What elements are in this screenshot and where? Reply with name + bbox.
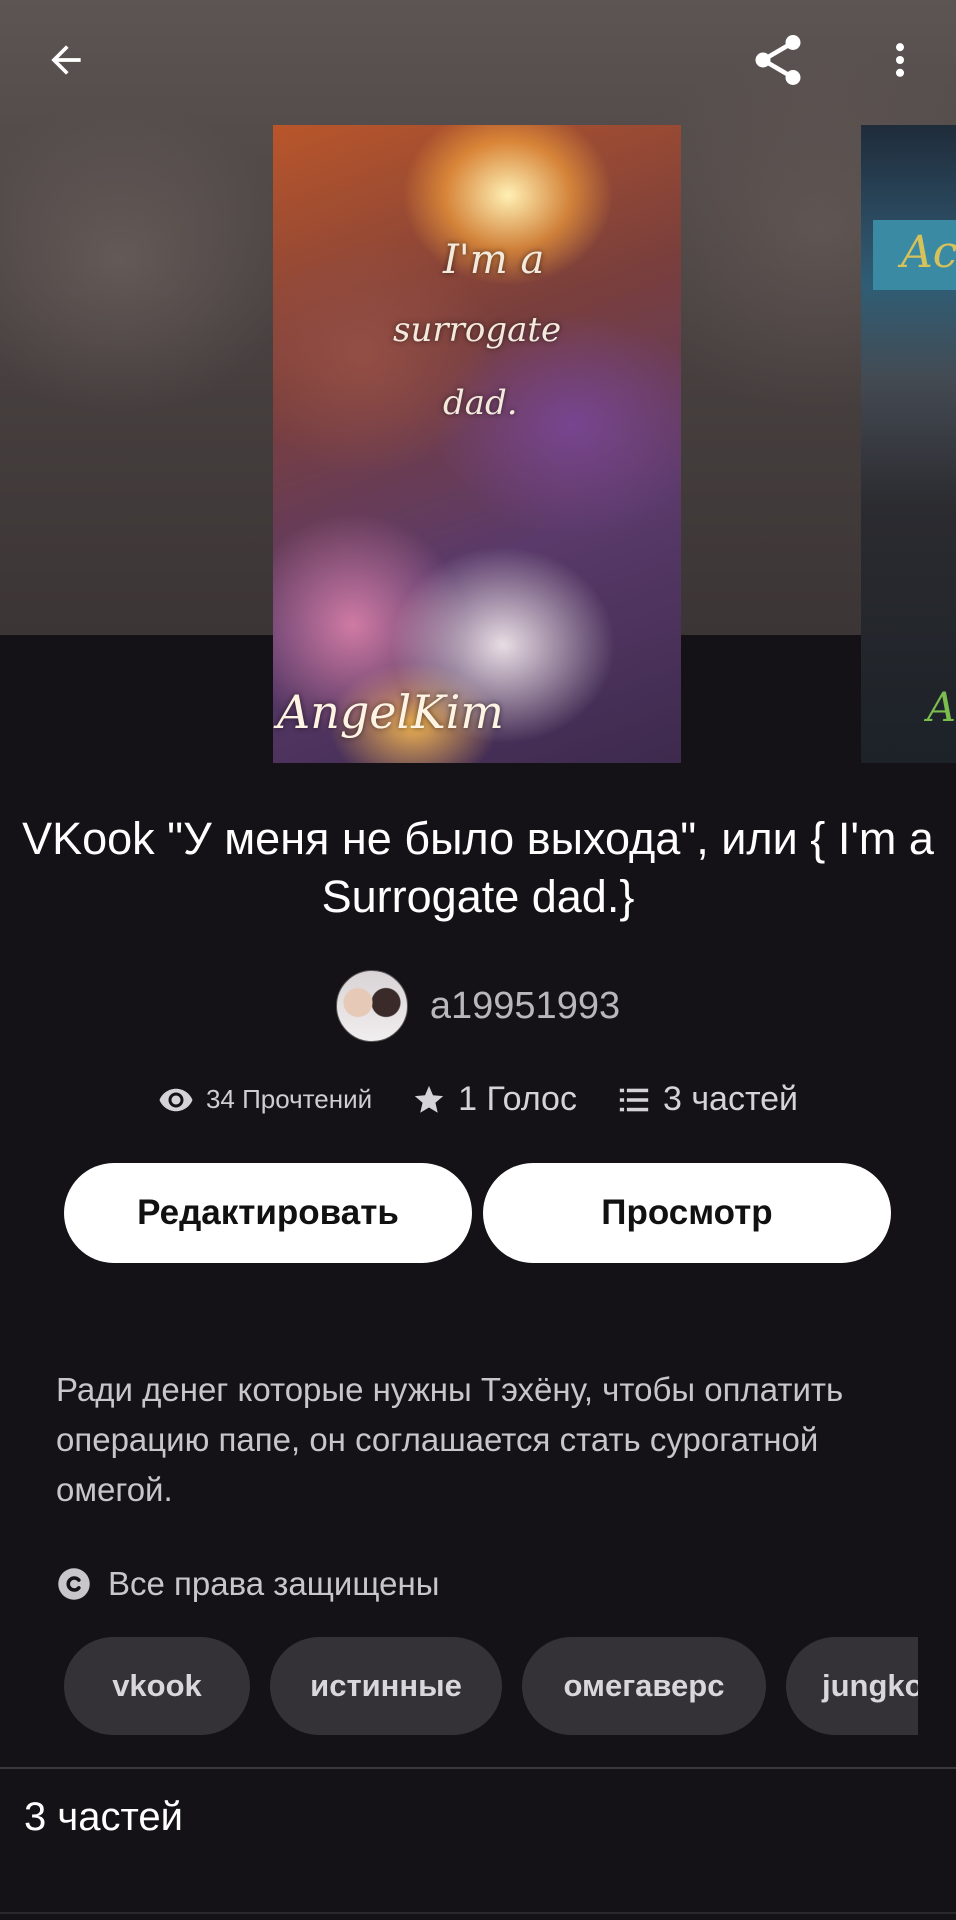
more-vertical-icon [895, 43, 905, 77]
cover-signature: AngelKim [277, 685, 504, 739]
reads-count: 34 Прочтений [205, 1084, 373, 1114]
cover-text-line: Ac [901, 227, 956, 278]
preview-button[interactable]: Просмотр [483, 1163, 891, 1263]
copyright-icon [58, 1568, 90, 1600]
arrow-left-icon [51, 45, 81, 75]
back-button[interactable] [26, 20, 106, 100]
votes-count: 1 Голос [458, 1080, 577, 1118]
divider [0, 1767, 956, 1769]
cover-text-line: An [927, 685, 956, 731]
tag-chip[interactable]: омегаверс [522, 1637, 766, 1735]
tag-chip[interactable]: истинные [270, 1637, 502, 1735]
parts-section-heading[interactable]: 3 частей [24, 1795, 183, 1840]
reads-stat: 34 Прочтений [158, 1082, 372, 1118]
eye-icon [159, 1088, 193, 1111]
parts-stat: 3 частей [617, 1080, 798, 1119]
cover-text-line: I'm a [443, 237, 545, 283]
list-icon [619, 1088, 649, 1111]
tag-chip[interactable]: jungko [786, 1637, 918, 1735]
story-stats: 34 Прочтений 1 Голос 3 частей [0, 1080, 956, 1119]
cover-text-line: surrogate [393, 310, 562, 350]
story-title: VKook "У меня не было выхода", или { I'm… [22, 813, 934, 922]
avatar[interactable] [335, 970, 408, 1042]
star-icon [415, 1085, 444, 1113]
story-details-screen: I'm a surrogate dad. AngelKim Ac An VKoo… [0, 0, 956, 1920]
story-description: Ради денег которые нужны Тэхёну, чтобы о… [56, 1371, 844, 1508]
divider [0, 1912, 956, 1914]
tags-list: vkook истинные омегаверс jungko [64, 1637, 918, 1735]
author-name[interactable]: a19951993 [430, 985, 620, 1028]
next-story-cover[interactable]: Ac An [861, 125, 956, 763]
cover-text-line: dad. [443, 383, 518, 423]
copyright-label: Все права защищены [108, 1565, 440, 1602]
votes-stat: 1 Голос [412, 1080, 577, 1119]
author-row[interactable]: a19951993 [0, 970, 956, 1042]
share-button[interactable] [738, 20, 818, 100]
edit-button[interactable]: Редактировать [64, 1163, 472, 1263]
more-options-button[interactable] [860, 20, 940, 100]
tag-chip[interactable]: vkook [64, 1637, 250, 1735]
story-cover[interactable]: I'm a surrogate dad. AngelKim [273, 125, 681, 763]
top-bar [0, 0, 956, 124]
parts-count: 3 частей [662, 1080, 799, 1118]
share-icon [755, 35, 801, 85]
copyright-row: Все права защищены [56, 1565, 439, 1603]
